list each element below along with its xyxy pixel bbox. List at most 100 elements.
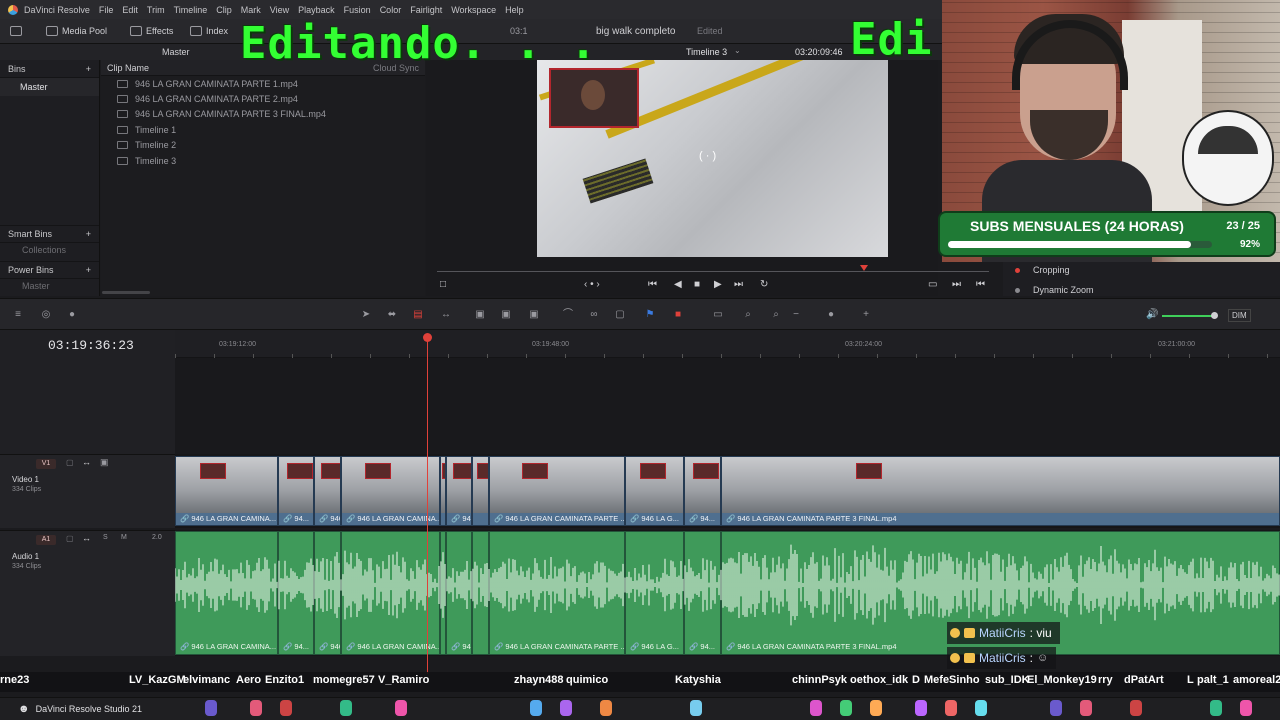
timeline-timecode[interactable]: 03:19:36:23: [48, 338, 134, 353]
custom-zoom-icon[interactable]: ⌕: [770, 309, 782, 321]
video-clip[interactable]: 🔗 946 LA G...: [625, 456, 684, 526]
smart-bins-header[interactable]: Smart Bins +: [0, 225, 99, 243]
menu-fusion[interactable]: Fusion: [344, 5, 371, 15]
next-edit-icon[interactable]: ⏭: [952, 279, 961, 290]
clip-list-item[interactable]: 946 LA GRAN CAMINATA PARTE 3 FINAL.mp4: [101, 107, 425, 122]
menu-timeline[interactable]: Timeline: [174, 5, 208, 15]
audio-clip[interactable]: 🔗 946...: [446, 531, 472, 655]
scrubber-playhead-icon[interactable]: [860, 265, 868, 271]
flag-icon[interactable]: ⚑: [644, 309, 656, 321]
menu-playback[interactable]: Playback: [298, 5, 335, 15]
volume-icon[interactable]: 🔊: [1146, 309, 1158, 321]
menu-edit[interactable]: Edit: [122, 5, 138, 15]
volume-slider[interactable]: [1162, 315, 1214, 317]
video-lock-icon[interactable]: ▢: [66, 458, 74, 467]
audio-clip[interactable]: 🔗 946 LA GRAN CAMINA...: [175, 531, 278, 655]
marker-icon[interactable]: ■: [672, 309, 684, 321]
linked-selection-icon[interactable]: ∞: [588, 309, 600, 321]
video-clip[interactable]: 🔗 946 ...: [314, 456, 341, 526]
zoom-in-icon[interactable]: +: [860, 309, 872, 321]
dim-button[interactable]: DIM: [1228, 309, 1251, 322]
audio-clip[interactable]: 🔗 946 LA GRAN CAMINA...: [341, 531, 440, 655]
collections-item[interactable]: Collections: [0, 243, 99, 257]
video-autoselect-icon[interactable]: ↔: [82, 457, 91, 467]
loop-icon[interactable]: ↻: [760, 279, 768, 290]
viewer-options-icon[interactable]: □: [440, 279, 446, 290]
audio-track-header[interactable]: A1 ▢ ↔ S M 2.0 Audio 1 334 Clips: [0, 530, 175, 656]
solo-button[interactable]: S: [103, 534, 108, 541]
cropping-toggle-icon[interactable]: [1015, 268, 1020, 273]
detail-zoom-icon[interactable]: ⌕: [742, 309, 754, 321]
go-to-start-icon[interactable]: ⏮: [648, 279, 657, 290]
menu-fairlight[interactable]: Fairlight: [410, 5, 442, 15]
menu-color[interactable]: Color: [380, 5, 402, 15]
clip-list-item[interactable]: Timeline 3: [101, 153, 425, 168]
replace-clip-icon[interactable]: ▣: [528, 309, 540, 321]
timeline-dropdown-icon[interactable]: ⌄: [734, 46, 741, 55]
power-bin-master[interactable]: Master: [0, 279, 99, 293]
zoom-slider-knob[interactable]: ●: [825, 309, 837, 321]
video-track-badge[interactable]: V1: [36, 459, 56, 469]
timeline-ruler[interactable]: 03:19:12:00 03:19:48:00 03:20:24:00 03:2…: [175, 330, 1280, 358]
mixer-icon[interactable]: ◎: [40, 309, 52, 321]
video-clip[interactable]: 🔗 94...: [684, 456, 721, 526]
video-track-header[interactable]: V1 ▢ ↔ ▣ Video 1 334 Clips: [0, 454, 175, 528]
zoom-out-icon[interactable]: −: [790, 309, 802, 321]
add-bin-icon[interactable]: +: [86, 64, 91, 74]
menu-view[interactable]: View: [270, 5, 289, 15]
menu-workspace[interactable]: Workspace: [451, 5, 496, 15]
volume-knob[interactable]: [1211, 312, 1218, 319]
menu-mark[interactable]: Mark: [241, 5, 261, 15]
stop-icon[interactable]: ■: [694, 279, 700, 290]
match-frame-icon[interactable]: ▭: [928, 279, 937, 290]
audio-clip[interactable]: 🔗 946 ...: [314, 531, 341, 655]
power-bins-header[interactable]: Power Bins +: [0, 261, 99, 279]
menu-help[interactable]: Help: [505, 5, 524, 15]
clip-list-item[interactable]: Timeline 1: [101, 122, 425, 137]
video-clip[interactable]: [472, 456, 489, 526]
overwrite-clip-icon[interactable]: ▣: [500, 309, 512, 321]
clip-list-item[interactable]: Timeline 2: [101, 138, 425, 153]
position-lock-icon[interactable]: ▢: [614, 309, 626, 321]
col-clip-name[interactable]: Clip Name: [107, 63, 149, 73]
audio-clip[interactable]: 🔗 946 LA GRAN CAMINATA PARTE ...: [489, 531, 625, 655]
audio-clip[interactable]: 🔗 946 LA G...: [625, 531, 684, 655]
menu-clip[interactable]: Clip: [216, 5, 232, 15]
snapping-icon[interactable]: ⌒: [562, 309, 574, 321]
panel-toggle-button[interactable]: [10, 24, 22, 38]
mic-icon[interactable]: ●: [66, 309, 78, 321]
go-to-end-icon[interactable]: ⏭: [734, 279, 743, 290]
video-clip[interactable]: 🔗 94...: [278, 456, 314, 526]
viewer-scrubber[interactable]: [437, 265, 989, 273]
media-pool-button[interactable]: Media Pool: [46, 24, 107, 38]
taskbar-app[interactable]: ☻ DaVinci Resolve Studio 21: [18, 703, 142, 715]
play-reverse-icon[interactable]: ◀: [674, 279, 682, 290]
audio-lock-icon[interactable]: ▢: [66, 534, 74, 543]
blade-tool-icon[interactable]: ▤: [412, 309, 424, 321]
video-clip[interactable]: 🔗 946 LA GRAN CAMINA...: [341, 456, 440, 526]
audio-clip[interactable]: [472, 531, 489, 655]
trim-tool-icon[interactable]: ⬌: [386, 309, 398, 321]
jog-control-icon[interactable]: ‹ • ›: [584, 279, 600, 290]
add-smart-bin-icon[interactable]: +: [86, 229, 91, 239]
clip-list-item[interactable]: 946 LA GRAN CAMINATA PARTE 1.mp4: [101, 76, 425, 91]
video-clip[interactable]: 🔗 946 LA GRAN CAMINA...: [175, 456, 278, 526]
video-clip[interactable]: 🔗 946 LA GRAN CAMINATA PARTE 3 FINAL.mp4: [721, 456, 1280, 526]
audio-autoselect-icon[interactable]: ↔: [82, 533, 91, 543]
mute-button[interactable]: M: [121, 534, 127, 541]
video-clip[interactable]: 🔗 946...: [446, 456, 472, 526]
menu-file[interactable]: File: [99, 5, 114, 15]
full-extent-zoom-icon[interactable]: ▭: [712, 309, 724, 321]
menu-app-name[interactable]: DaVinci Resolve: [24, 5, 90, 15]
prev-edit-icon[interactable]: ⏮: [976, 279, 985, 290]
video-clip[interactable]: 🔗 946 LA GRAN CAMINATA PARTE ...: [489, 456, 625, 526]
clip-list-item[interactable]: 946 LA GRAN CAMINATA PARTE 2.mp4: [101, 91, 425, 106]
timeline-empty-area[interactable]: [175, 358, 1280, 454]
timeline-view-icon[interactable]: ≡: [12, 309, 24, 321]
cropping-label[interactable]: Cropping: [1033, 265, 1070, 275]
add-power-bin-icon[interactable]: +: [86, 265, 91, 275]
timeline-selector[interactable]: Timeline 3: [686, 47, 727, 57]
audio-clip[interactable]: 🔗 94...: [684, 531, 721, 655]
audio-track-badge[interactable]: A1: [36, 535, 56, 545]
audio-clip[interactable]: 🔗 94...: [278, 531, 314, 655]
